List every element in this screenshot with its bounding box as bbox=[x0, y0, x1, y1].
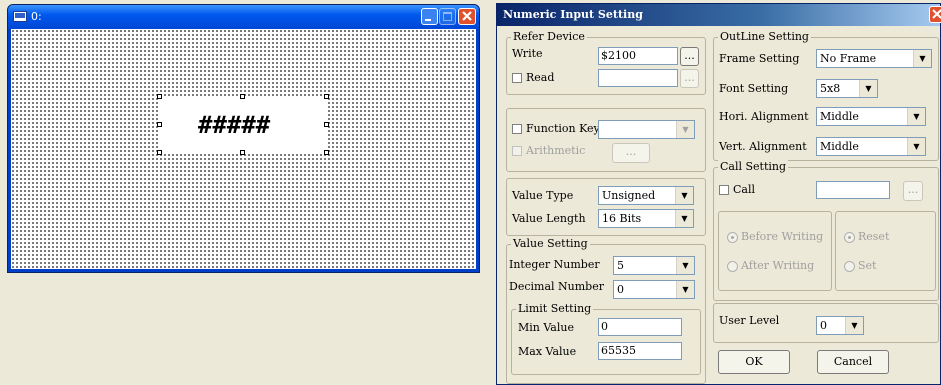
font-setting-select[interactable]: 5x8 ▼ bbox=[816, 79, 878, 98]
value-length-label: Value Length bbox=[512, 212, 586, 225]
chevron-down-icon: ▼ bbox=[676, 257, 694, 274]
minimize-button[interactable] bbox=[421, 8, 438, 25]
value-setting-legend: Value Setting bbox=[511, 237, 590, 250]
function-key-group bbox=[506, 108, 706, 172]
function-key-select[interactable]: ▼ bbox=[598, 120, 695, 139]
arithmetic-checkbox[interactable] bbox=[512, 146, 522, 156]
write-device-field[interactable]: $2100 bbox=[598, 47, 678, 65]
value-type-label: Value Type bbox=[512, 189, 574, 202]
write-label: Write bbox=[512, 47, 543, 60]
chevron-down-icon: ▼ bbox=[913, 50, 931, 67]
resize-handle[interactable] bbox=[324, 122, 329, 127]
after-writing-label: After Writing bbox=[741, 259, 815, 272]
function-key-label: Function Key bbox=[526, 122, 600, 135]
arithmetic-label: Arithmetic bbox=[526, 144, 586, 157]
editor-titlebar[interactable]: 0: bbox=[8, 5, 479, 29]
arithmetic-browse-button[interactable]: ... bbox=[612, 143, 650, 163]
after-writing-radio[interactable] bbox=[727, 261, 738, 272]
vert-alignment-label: Vert. Alignment bbox=[719, 140, 807, 153]
close-button[interactable] bbox=[458, 8, 476, 25]
reset-radio[interactable] bbox=[844, 232, 855, 243]
dialog-title: Numeric Input Setting bbox=[503, 8, 643, 21]
numeric-input-dialog: Numeric Input Setting Refer Device Write… bbox=[496, 3, 941, 385]
read-label: Read bbox=[526, 71, 555, 84]
write-timing-group bbox=[718, 211, 832, 291]
call-checkbox[interactable] bbox=[719, 185, 729, 195]
write-browse-button[interactable]: ... bbox=[680, 47, 699, 66]
reset-label: Reset bbox=[858, 230, 890, 243]
before-writing-radio[interactable] bbox=[727, 232, 738, 243]
chevron-down-icon: ▼ bbox=[907, 138, 925, 155]
set-label: Set bbox=[858, 259, 877, 272]
before-writing-label: Before Writing bbox=[741, 230, 824, 243]
integer-number-label: Integer Number bbox=[509, 258, 600, 271]
resize-handle[interactable] bbox=[157, 150, 162, 155]
maximize-button[interactable] bbox=[439, 8, 456, 25]
cancel-button[interactable]: Cancel bbox=[817, 350, 889, 374]
resize-handle[interactable] bbox=[324, 150, 329, 155]
editor-canvas[interactable]: ##### bbox=[11, 29, 476, 269]
min-value-field[interactable]: 0 bbox=[598, 318, 682, 336]
max-value-field[interactable]: 65535 bbox=[598, 342, 682, 360]
max-value-label: Max Value bbox=[518, 345, 577, 358]
resize-handle[interactable] bbox=[240, 150, 245, 155]
numeric-display-text: ##### bbox=[198, 111, 271, 139]
call-field[interactable] bbox=[816, 181, 890, 199]
chevron-down-icon: ▼ bbox=[675, 187, 693, 204]
hori-alignment-label: Hori. Alignment bbox=[719, 110, 809, 123]
integer-number-select[interactable]: 5 ▼ bbox=[613, 256, 695, 275]
frame-setting-label: Frame Setting bbox=[719, 52, 800, 65]
chevron-down-icon: ▼ bbox=[676, 121, 694, 138]
dialog-titlebar[interactable]: Numeric Input Setting bbox=[497, 4, 941, 26]
chevron-down-icon: ▼ bbox=[676, 281, 694, 298]
vert-alignment-select[interactable]: Middle ▼ bbox=[816, 137, 926, 156]
font-setting-label: Font Setting bbox=[719, 82, 789, 95]
read-browse-button[interactable]: ... bbox=[680, 69, 699, 88]
outline-setting-legend: OutLine Setting bbox=[718, 30, 811, 43]
call-browse-button[interactable]: ... bbox=[903, 181, 923, 201]
resize-handle[interactable] bbox=[157, 122, 162, 127]
set-radio[interactable] bbox=[844, 261, 855, 272]
user-level-label: User Level bbox=[719, 314, 780, 327]
decimal-number-select[interactable]: 0 ▼ bbox=[613, 280, 695, 299]
function-key-checkbox[interactable] bbox=[512, 124, 522, 134]
resize-handle[interactable] bbox=[157, 94, 162, 99]
limit-setting-legend: Limit Setting bbox=[516, 302, 594, 315]
chevron-down-icon: ▼ bbox=[845, 317, 863, 334]
screen-icon bbox=[13, 11, 27, 22]
frame-setting-select[interactable]: No Frame ▼ bbox=[816, 49, 932, 68]
read-device-field[interactable] bbox=[598, 69, 678, 87]
chevron-down-icon: ▼ bbox=[675, 210, 693, 227]
resize-handle[interactable] bbox=[324, 94, 329, 99]
user-level-select[interactable]: 0 ▼ bbox=[816, 316, 864, 335]
chevron-down-icon: ▼ bbox=[907, 108, 925, 125]
numeric-display-element[interactable]: ##### bbox=[160, 96, 328, 154]
call-label: Call bbox=[733, 183, 756, 196]
value-length-select[interactable]: 16 Bits ▼ bbox=[598, 209, 694, 228]
ok-button[interactable]: OK bbox=[718, 350, 790, 374]
decimal-number-label: Decimal Number bbox=[509, 280, 604, 293]
editor-title: 0: bbox=[31, 10, 42, 23]
call-setting-legend: Call Setting bbox=[718, 160, 789, 173]
min-value-label: Min Value bbox=[518, 321, 574, 334]
value-type-select[interactable]: Unsigned ▼ bbox=[598, 186, 694, 205]
reset-set-group bbox=[835, 211, 936, 291]
close-icon bbox=[932, 9, 941, 19]
chevron-down-icon: ▼ bbox=[859, 80, 877, 97]
refer-device-legend: Refer Device bbox=[511, 30, 587, 43]
read-checkbox[interactable] bbox=[512, 73, 522, 83]
dialog-close-button[interactable] bbox=[929, 6, 941, 23]
hori-alignment-select[interactable]: Middle ▼ bbox=[816, 107, 926, 126]
resize-handle[interactable] bbox=[240, 94, 245, 99]
editor-window: 0: ##### bbox=[7, 4, 480, 273]
close-icon bbox=[462, 11, 472, 21]
